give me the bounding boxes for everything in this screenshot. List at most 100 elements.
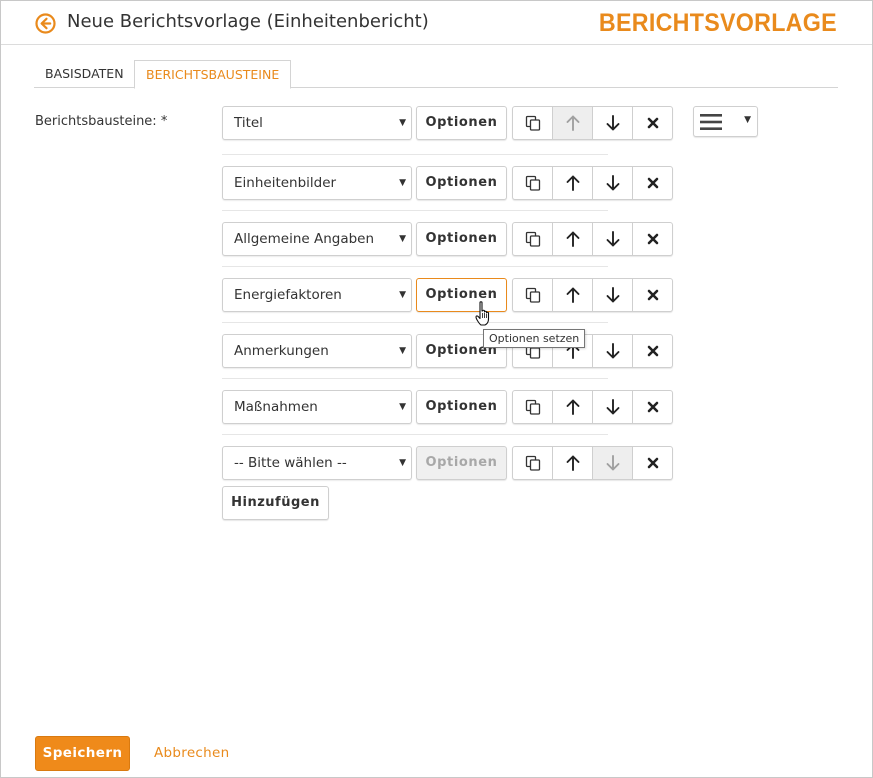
- chevron-down-icon: ▼: [399, 178, 406, 188]
- baustein-row: Allgemeine Angaben ▼ Optionen: [222, 222, 682, 256]
- row-divider: [222, 322, 608, 323]
- baustein-select-value: -- Bitte wählen --: [234, 455, 347, 471]
- baustein-select[interactable]: Anmerkungen ▼: [222, 334, 412, 368]
- copy-icon: [524, 286, 542, 304]
- chevron-down-icon: ▼: [744, 115, 751, 125]
- options-button[interactable]: Optionen: [416, 390, 507, 424]
- options-button[interactable]: Optionen: [416, 166, 507, 200]
- move-down-button[interactable]: [593, 223, 633, 255]
- arrow-down-icon: [605, 114, 621, 132]
- baustein-row: Einheitenbilder ▼ Optionen: [222, 166, 682, 200]
- arrow-down-icon: [605, 174, 621, 192]
- tab-basisdaten[interactable]: BASISDATEN: [34, 60, 135, 88]
- close-icon: [646, 288, 660, 302]
- copy-icon: [524, 398, 542, 416]
- copy-icon: [524, 114, 542, 132]
- header: Neue Berichtsvorlage (Einheitenbericht) …: [1, 1, 872, 45]
- baustein-select[interactable]: Einheitenbilder ▼: [222, 166, 412, 200]
- cancel-link[interactable]: Abbrechen: [154, 745, 229, 761]
- brand-title: BERICHTSVORLAGE: [599, 9, 837, 37]
- options-button[interactable]: Optionen: [416, 106, 507, 140]
- row-action-group: [512, 106, 673, 140]
- copy-icon: [524, 174, 542, 192]
- baustein-select-value: Maßnahmen: [234, 399, 318, 415]
- copy-button[interactable]: [513, 391, 553, 423]
- baustein-select[interactable]: Maßnahmen ▼: [222, 390, 412, 424]
- save-button[interactable]: Speichern: [35, 736, 130, 771]
- baustein-select[interactable]: Energiefaktoren ▼: [222, 278, 412, 312]
- remove-button[interactable]: [633, 223, 672, 255]
- back-arrow-icon[interactable]: [35, 13, 56, 34]
- move-down-button[interactable]: [593, 391, 633, 423]
- close-icon: [646, 232, 660, 246]
- baustein-row: Titel ▼ Optionen: [222, 106, 682, 140]
- move-down-button[interactable]: [593, 279, 633, 311]
- close-icon: [646, 116, 660, 130]
- add-button[interactable]: Hinzufügen: [222, 486, 329, 520]
- row-divider: [222, 434, 608, 435]
- arrow-down-icon: [605, 230, 621, 248]
- copy-button[interactable]: [513, 279, 553, 311]
- baustein-row: Energiefaktoren ▼ Optionen: [222, 278, 682, 312]
- remove-button[interactable]: [633, 107, 672, 139]
- baustein-row: Maßnahmen ▼ Optionen: [222, 390, 682, 424]
- copy-button[interactable]: [513, 167, 553, 199]
- baustein-row: -- Bitte wählen -- ▼ Optionen: [222, 446, 682, 480]
- move-down-button[interactable]: [593, 167, 633, 199]
- row-divider: [222, 378, 608, 379]
- row-divider: [222, 210, 608, 211]
- move-up-button[interactable]: [553, 107, 593, 139]
- remove-button[interactable]: [633, 167, 672, 199]
- chevron-down-icon: ▼: [399, 458, 406, 468]
- arrow-down-icon: [605, 398, 621, 416]
- row-action-group: [512, 390, 673, 424]
- baustein-select-value: Allgemeine Angaben: [234, 231, 375, 247]
- options-button[interactable]: Optionen: [416, 446, 507, 480]
- row-action-group: [512, 166, 673, 200]
- menu-dropdown[interactable]: ▼: [693, 106, 758, 137]
- copy-button[interactable]: [513, 223, 553, 255]
- row-divider: [222, 266, 608, 267]
- arrow-up-icon: [565, 174, 581, 192]
- row-divider: [222, 154, 608, 155]
- hand-cursor-icon: [475, 301, 491, 331]
- row-action-group: [512, 222, 673, 256]
- copy-button[interactable]: [513, 107, 553, 139]
- options-button[interactable]: Optionen: [416, 278, 507, 312]
- close-icon: [646, 456, 660, 470]
- remove-button[interactable]: [633, 391, 672, 423]
- arrow-down-icon: [605, 286, 621, 304]
- baustein-select[interactable]: Allgemeine Angaben ▼: [222, 222, 412, 256]
- move-down-button[interactable]: [593, 447, 633, 479]
- chevron-down-icon: ▼: [399, 402, 406, 412]
- baustein-select[interactable]: -- Bitte wählen -- ▼: [222, 446, 412, 480]
- move-down-button[interactable]: [593, 107, 633, 139]
- remove-button[interactable]: [633, 447, 672, 479]
- move-down-button[interactable]: [593, 335, 633, 367]
- chevron-down-icon: ▼: [399, 346, 406, 356]
- move-up-button[interactable]: [553, 391, 593, 423]
- chevron-down-icon: ▼: [399, 118, 406, 128]
- options-button[interactable]: Optionen: [416, 222, 507, 256]
- copy-button[interactable]: [513, 447, 553, 479]
- copy-icon: [524, 454, 542, 472]
- move-up-button[interactable]: [553, 447, 593, 479]
- baustein-select[interactable]: Titel ▼: [222, 106, 412, 140]
- baustein-select-value: Einheitenbilder: [234, 175, 337, 191]
- arrow-up-icon: [565, 398, 581, 416]
- baustein-select-value: Titel: [234, 115, 263, 131]
- remove-button[interactable]: [633, 335, 672, 367]
- move-up-button[interactable]: [553, 279, 593, 311]
- move-up-button[interactable]: [553, 167, 593, 199]
- tab-berichtsbausteine[interactable]: BERICHTSBAUSTEINE: [134, 60, 292, 89]
- arrow-up-icon: [565, 114, 581, 132]
- row-action-group: [512, 446, 673, 480]
- move-up-button[interactable]: [553, 223, 593, 255]
- remove-button[interactable]: [633, 279, 672, 311]
- page-title: Neue Berichtsvorlage (Einheitenbericht): [67, 11, 429, 32]
- arrow-up-icon: [565, 230, 581, 248]
- hamburger-icon: [700, 114, 722, 134]
- app-window: Neue Berichtsvorlage (Einheitenbericht) …: [0, 0, 873, 778]
- baustein-select-value: Anmerkungen: [234, 343, 329, 359]
- close-icon: [646, 400, 660, 414]
